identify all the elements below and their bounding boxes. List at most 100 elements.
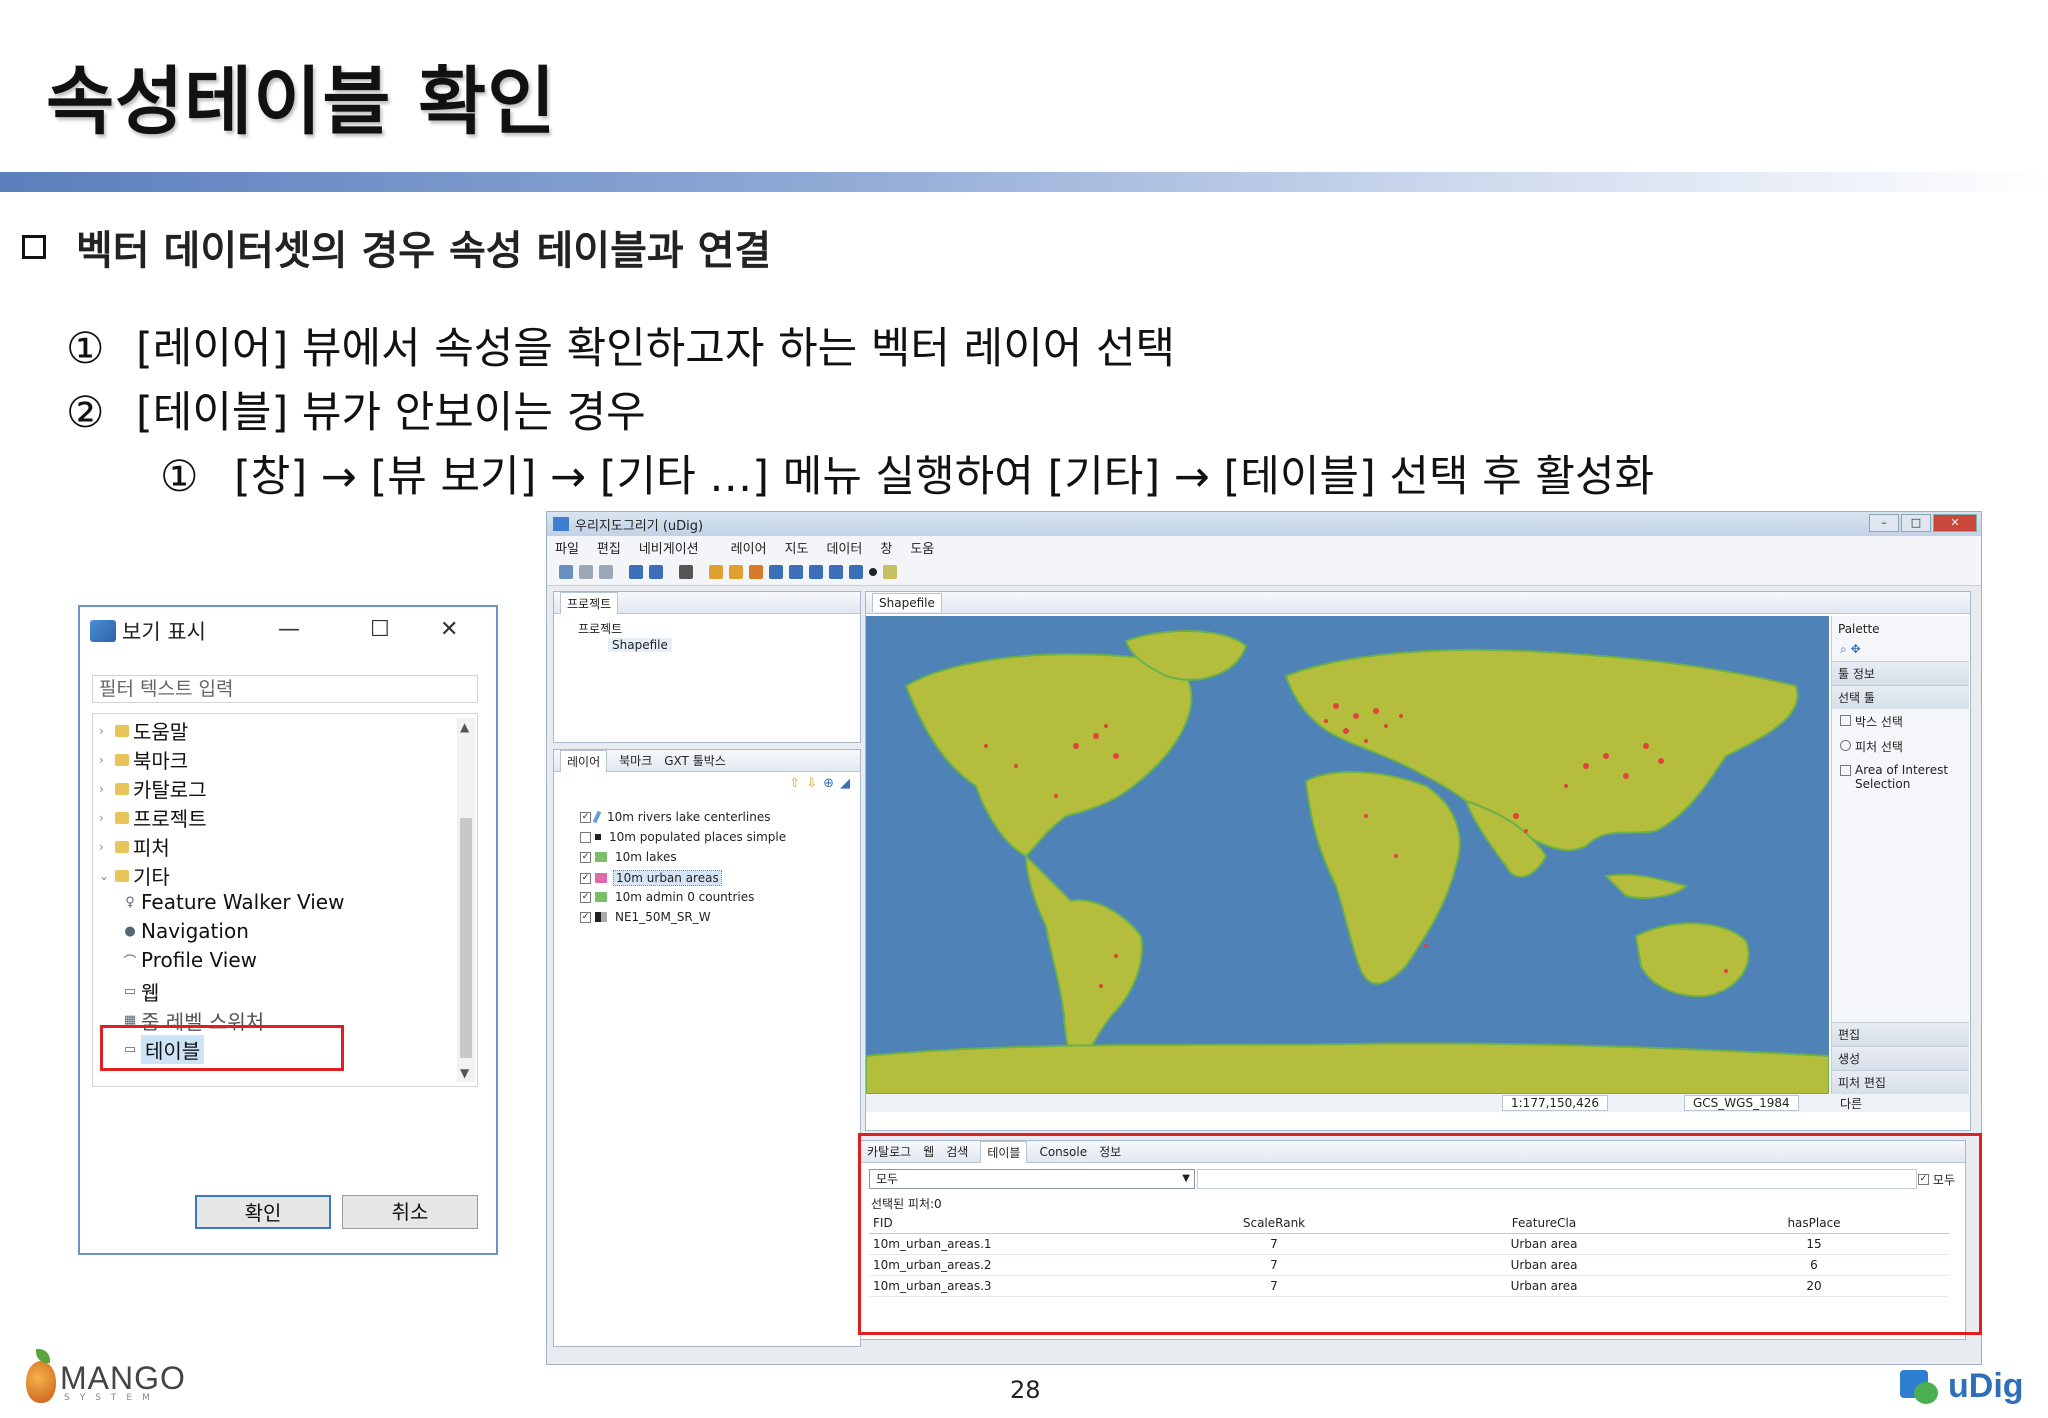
close-button[interactable]: ✕	[440, 617, 458, 642]
minimize-button[interactable]: —	[278, 617, 300, 642]
maximize-button[interactable]: □	[1901, 514, 1931, 532]
palette-section-feature-edit[interactable]: 피처 편집	[1832, 1070, 1969, 1094]
map-canvas[interactable]	[866, 616, 1829, 1094]
zoom-in-icon[interactable]	[809, 564, 823, 579]
record-icon[interactable]	[869, 567, 877, 576]
layer-row-selected[interactable]: ✓ 10m urban areas	[580, 870, 722, 886]
tree-item-catalog[interactable]: › 카탈로그	[99, 774, 207, 803]
layer-toolbar: ⇧ ⇩ ⊕ ◢	[789, 776, 850, 791]
cancel-button[interactable]: 취소	[342, 1195, 478, 1229]
step-number: ①	[66, 324, 105, 374]
menu-file[interactable]: 파일	[555, 538, 579, 557]
scroll-down-icon[interactable]: ▼	[460, 1066, 469, 1080]
save-all-icon[interactable]	[599, 564, 613, 579]
menu-window[interactable]: 창	[880, 538, 892, 557]
tab-bookmarks[interactable]: 북마크	[619, 752, 652, 769]
palette-item-aoi-select[interactable]: Area of Interest Selection	[1832, 759, 1969, 795]
tab-map-shapefile[interactable]: Shapefile	[872, 593, 942, 612]
print-icon[interactable]	[679, 564, 693, 579]
palette-section-info[interactable]: 툴 정보	[1832, 661, 1969, 685]
project-root[interactable]: 프로젝트	[578, 620, 622, 637]
menu-help[interactable]: 도움	[910, 538, 934, 557]
tree-scrollbar[interactable]: ▲ ▼	[457, 718, 475, 1082]
move-down-icon[interactable]: ⇩	[806, 776, 817, 791]
back-icon[interactable]	[709, 564, 723, 579]
expand-icon[interactable]: ›	[99, 782, 111, 796]
pan-icon[interactable]	[769, 564, 783, 579]
menu-data[interactable]: 데이터	[826, 538, 862, 557]
menu-map[interactable]: 지도	[785, 538, 809, 557]
tree-item-label: Navigation	[141, 919, 249, 943]
tree-item-navigation[interactable]: ● Navigation	[123, 919, 249, 943]
tree-item-web[interactable]: ▭ 웹	[123, 977, 160, 1006]
scale-field[interactable]: 1:177,150,426	[1502, 1095, 1609, 1111]
layer-row[interactable]: ✓ NE1_50M_SR_W	[580, 910, 713, 924]
layer-checkbox[interactable]	[580, 831, 591, 843]
tree-item-project[interactable]: › 프로젝트	[99, 803, 207, 832]
tree-item-label: Feature Walker View	[141, 890, 345, 914]
refresh-icon[interactable]	[749, 564, 763, 579]
tree-item-help[interactable]: › 도움말	[99, 716, 188, 745]
tree-item-feature[interactable]: › 피처	[99, 832, 170, 861]
project-panel: 프로젝트 프로젝트 Shapefile	[553, 591, 861, 743]
maximize-button[interactable]: ☐	[370, 617, 390, 642]
menu-navigation[interactable]: 네비게이션	[639, 538, 699, 557]
aoi-select-icon	[1840, 765, 1851, 776]
menu-layer[interactable]: 레이어	[731, 538, 767, 557]
tree-item-feature-walker[interactable]: ♀ Feature Walker View	[123, 890, 344, 914]
tree-item-profile[interactable]: ⌒ Profile View	[123, 948, 257, 972]
layer-row[interactable]: ✓ 10m admin 0 countries	[580, 890, 756, 904]
zoom-tool-icon[interactable]: ⌕	[1840, 642, 1847, 656]
expand-icon[interactable]: ›	[99, 840, 111, 854]
udig-logo-icon	[1900, 1366, 1940, 1406]
world-map[interactable]	[866, 616, 1829, 1094]
minimize-button[interactable]: –	[1869, 514, 1899, 532]
palette-section-select[interactable]: 선택 툴	[1832, 685, 1969, 709]
layer-add-icon[interactable]: ⊕	[823, 776, 834, 791]
layer-checkbox[interactable]: ✓	[580, 891, 591, 903]
save-icon[interactable]	[579, 564, 593, 579]
close-button[interactable]: ✕	[1933, 514, 1977, 532]
layer-checkbox[interactable]: ✓	[580, 811, 591, 823]
zoom-out-icon[interactable]	[829, 564, 843, 579]
layer-checkbox[interactable]: ✓	[580, 911, 591, 923]
palette-section-create[interactable]: 생성	[1832, 1046, 1969, 1070]
crs-field[interactable]: GCS_WGS_1984	[1684, 1095, 1799, 1111]
fit-icon[interactable]	[849, 564, 863, 579]
layer-row[interactable]: ✓ 10m rivers lake centerlines	[580, 810, 772, 824]
tab-project[interactable]: 프로젝트	[560, 591, 619, 614]
palette-item-feature-select[interactable]: 피처 선택	[1832, 734, 1969, 759]
tab-gxt-toolbox[interactable]: GXT 툴박스	[664, 752, 726, 769]
expand-icon[interactable]: ›	[99, 724, 111, 738]
ok-button[interactable]: 확인	[195, 1195, 331, 1229]
layer-row[interactable]: 10m populated places simple	[580, 830, 788, 844]
scroll-up-icon[interactable]: ▲	[460, 720, 469, 734]
project-child-shapefile[interactable]: Shapefile	[608, 638, 672, 652]
window-icon[interactable]	[629, 564, 643, 579]
layer-checkbox[interactable]: ✓	[580, 851, 591, 863]
new-icon[interactable]	[559, 564, 573, 579]
palette-section-edit[interactable]: 편집	[1832, 1022, 1969, 1046]
menu-edit[interactable]: 편집	[597, 538, 621, 557]
step-text: [테이블] 뷰가 안보이는 경우	[136, 388, 646, 438]
scroll-thumb[interactable]	[460, 818, 472, 1058]
polygon-layer-icon	[595, 873, 607, 883]
filter-input[interactable]: 필터 텍스트 입력	[92, 675, 478, 703]
move-up-icon[interactable]: ⇧	[789, 776, 800, 791]
expand-icon[interactable]: ›	[99, 753, 111, 767]
layer-style-icon[interactable]: ◢	[840, 776, 850, 791]
tree-item-bookmark[interactable]: › 북마크	[99, 745, 188, 774]
collapse-icon[interactable]: ⌄	[99, 869, 111, 883]
tab-layers[interactable]: 레이어	[560, 749, 608, 772]
window2-icon[interactable]	[649, 564, 663, 579]
forward-icon[interactable]	[729, 564, 743, 579]
expand-icon[interactable]: ›	[99, 811, 111, 825]
palette-item-box-select[interactable]: 박스 선택	[1832, 709, 1969, 734]
tree-item-other[interactable]: ⌄ 기타	[99, 861, 170, 890]
pan-tool-icon[interactable]: ✥	[1851, 642, 1861, 656]
edit-icon[interactable]	[883, 564, 897, 579]
layer-checkbox[interactable]: ✓	[580, 872, 591, 884]
layer-row[interactable]: ✓ 10m lakes	[580, 850, 679, 864]
view-icon: ♀	[125, 894, 135, 910]
zoom-extent-icon[interactable]	[789, 564, 803, 579]
